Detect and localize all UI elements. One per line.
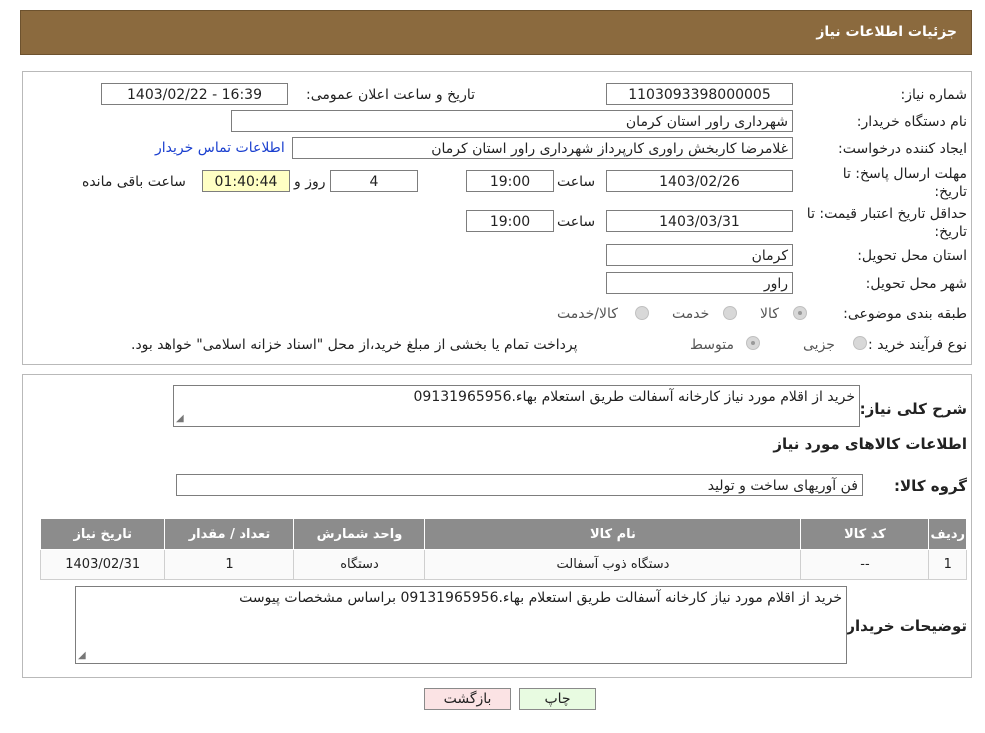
- summary-label: شرح کلی نیاز:: [859, 400, 967, 418]
- category-radio-goods-service[interactable]: [635, 306, 649, 320]
- goods-group-field: فن آوریهای ساخت و تولید: [176, 474, 863, 496]
- category-radio-goods[interactable]: [793, 306, 807, 320]
- col-row-header: ردیف: [928, 518, 967, 550]
- category-label: طبقه بندی موضوعی:: [843, 306, 967, 322]
- cell-date: 1403/02/31: [39, 549, 166, 580]
- col-qty-header: تعداد / مقدار: [164, 518, 295, 550]
- cell-row: 1: [928, 549, 967, 580]
- category-option-service: خدمت: [672, 306, 710, 322]
- creator-field: غلامرضا کاربخش راوری کارپرداز شهرداری را…: [292, 137, 793, 159]
- deadline-label: مهلت ارسال پاسخ: تا: [842, 166, 967, 182]
- time-remaining-field: 01:40:44: [202, 170, 290, 192]
- deadline-date-field: 1403/02/26: [606, 170, 793, 192]
- buyer-notes-label: توضیحات خریدار:: [840, 617, 967, 635]
- summary-textarea[interactable]: خرید از اقلام مورد نیاز کارخانه آسفالت ط…: [173, 385, 860, 427]
- process-radio-medium[interactable]: [746, 336, 760, 350]
- announce-date-field: 1403/02/22 - 16:39: [101, 83, 288, 105]
- cell-unit: دستگاه: [293, 549, 426, 580]
- col-date-header: تاریخ نیاز: [39, 518, 166, 550]
- category-radio-service[interactable]: [723, 306, 737, 320]
- cell-qty: 1: [164, 549, 295, 580]
- city-label: شهر محل تحویل:: [865, 276, 967, 292]
- validity-label: حداقل تاریخ اعتبار قیمت: تا: [806, 206, 967, 222]
- city-field: راور: [606, 272, 793, 294]
- category-option-goods-service: کالا/خدمت: [557, 306, 618, 322]
- validity-time-label: ساعت: [557, 214, 596, 230]
- province-field: کرمان: [606, 244, 793, 266]
- buyer-org-label: نام دستگاه خریدار:: [856, 114, 967, 130]
- page-header: جزئیات اطلاعات نیاز: [20, 10, 972, 55]
- days-remaining-field: 4: [330, 170, 418, 192]
- col-name-header: نام کالا: [424, 518, 802, 550]
- announce-date-label: تاریخ و ساعت اعلان عمومی:: [306, 87, 475, 103]
- process-note: پرداخت تمام یا بخشی از مبلغ خرید،از محل …: [131, 337, 578, 353]
- resize-grip-icon[interactable]: ◢: [176, 413, 184, 424]
- category-option-goods: کالا: [760, 306, 779, 322]
- process-option-minor: جزیی: [803, 337, 835, 353]
- need-number-label: شماره نیاز:: [900, 87, 968, 103]
- goods-group-label: گروه کالا:: [894, 477, 967, 495]
- table-row: 1 -- دستگاه ذوب آسفالت دستگاه 1 1403/02/…: [39, 549, 967, 580]
- cell-name: دستگاه ذوب آسفالت: [424, 549, 802, 580]
- process-radio-minor[interactable]: [853, 336, 867, 350]
- validity-label-date: تاریخ:: [934, 224, 967, 240]
- items-heading: اطلاعات کالاهای مورد نیاز: [773, 435, 967, 453]
- resize-grip-icon[interactable]: ◢: [78, 650, 86, 661]
- table-header-row: ردیف کد کالا نام کالا واحد شمارش تعداد /…: [39, 518, 967, 550]
- province-label: استان محل تحویل:: [857, 248, 967, 264]
- process-option-medium: متوسط: [690, 337, 734, 353]
- process-label: نوع فرآیند خرید :: [868, 337, 967, 353]
- buyer-contact-link[interactable]: اطلاعات تماس خریدار: [155, 140, 285, 156]
- print-button[interactable]: چاپ: [519, 688, 596, 710]
- col-unit-header: واحد شمارش: [293, 518, 426, 550]
- validity-time-field: 19:00: [466, 210, 554, 232]
- deadline-time-label: ساعت: [557, 174, 596, 190]
- need-number-field: 1103093398000005: [606, 83, 793, 105]
- time-remaining-label: ساعت باقی مانده: [82, 174, 186, 190]
- deadline-label-date: تاریخ:: [934, 184, 967, 200]
- items-table: ردیف کد کالا نام کالا واحد شمارش تعداد /…: [39, 518, 967, 580]
- days-label: روز و: [294, 174, 326, 190]
- back-button[interactable]: بازگشت: [424, 688, 511, 710]
- cell-code: --: [800, 549, 930, 580]
- deadline-time-field: 19:00: [466, 170, 554, 192]
- buyer-org-field: شهرداری راور استان کرمان: [231, 110, 793, 132]
- page-title: جزئیات اطلاعات نیاز: [816, 24, 957, 40]
- creator-label: ایجاد کننده درخواست:: [838, 141, 967, 157]
- buyer-notes-textarea[interactable]: خرید از اقلام مورد نیاز کارخانه آسفالت ط…: [75, 586, 847, 664]
- col-code-header: کد کالا: [800, 518, 930, 550]
- validity-date-field: 1403/03/31: [606, 210, 793, 232]
